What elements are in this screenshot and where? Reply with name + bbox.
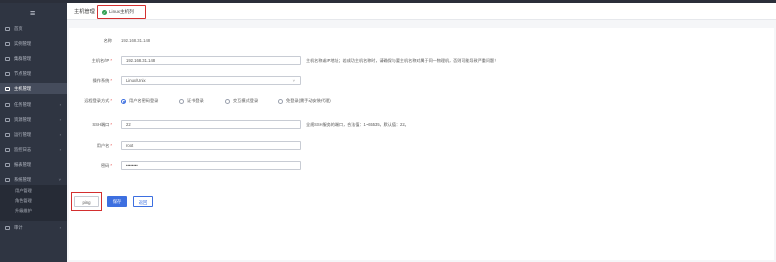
radio-dot: [225, 98, 230, 104]
auth-label: 远程登录方式*: [84, 98, 112, 103]
sidebar-item-audit[interactable]: 审计 ›: [0, 222, 67, 233]
sidebar-item-hosts[interactable]: 主机管理: [0, 83, 67, 94]
auth-radio-password[interactable]: 用户名密码登录: [121, 98, 158, 104]
sidebar-item-operations[interactable]: 运行管理 ›: [0, 129, 67, 140]
auth-radio-agent[interactable]: 免登录(需手动安装代理): [278, 98, 331, 104]
host-icon: [5, 86, 10, 91]
sidebar-subitem-users[interactable]: 用户管理: [0, 186, 67, 195]
chevron-right-icon: ›: [59, 102, 61, 107]
check-circle-icon: ✓: [102, 9, 107, 15]
sidebar-subitem-roles[interactable]: 角色管理: [0, 196, 67, 205]
hostname-label: 名称: [103, 38, 112, 43]
port-input[interactable]: 22: [121, 120, 301, 129]
ping-button[interactable]: ping: [74, 196, 99, 207]
host-form: 名称 192.168.31.148 主机名/IP* 192.168.31.148…: [69, 28, 774, 260]
sidebar-item-label: 首页: [14, 26, 23, 31]
main-area: 名称 192.168.31.148 主机名/IP* 192.168.31.148…: [67, 20, 776, 262]
radio-dot: [179, 98, 184, 104]
sidebar-item-label: 资源管理: [14, 117, 32, 122]
sidebar-item-nodes[interactable]: 节点管理: [0, 68, 67, 79]
os-label: 操作系统*: [92, 78, 112, 83]
port-label: SSH端口*: [92, 122, 112, 127]
sidebar-item-label: 集群管理: [14, 56, 32, 61]
password-label: 密码*: [100, 163, 112, 168]
sidebar-item-label: 实例管理: [14, 41, 32, 46]
sidebar-item-monitoring[interactable]: 监控日志 ›: [0, 144, 67, 155]
sidebar-item-reports[interactable]: 报表管理: [0, 159, 67, 170]
monitor-icon: [5, 147, 10, 152]
sidebar: ≡ 首页 实例管理 集群管理 节点管理 主机管理 任务管理 › 资源管理 › 运行管…: [0, 3, 67, 262]
home-icon: [5, 26, 10, 31]
sidebar-item-resources[interactable]: 资源管理 ›: [0, 114, 67, 125]
sidebar-item-label: 运行管理: [14, 132, 32, 137]
auth-radio-cert[interactable]: 证书登录: [179, 98, 204, 104]
tab-label: Linux主机列: [109, 9, 134, 14]
back-button[interactable]: 返回: [133, 196, 153, 207]
ip-label: 主机名/IP*: [91, 58, 112, 63]
username-input[interactable]: root: [121, 141, 301, 150]
audit-icon: [5, 225, 10, 230]
breadcrumb[interactable]: 主机管理: [74, 8, 95, 15]
instance-icon: [5, 41, 10, 46]
ops-icon: [5, 132, 10, 137]
task-icon: [5, 102, 10, 107]
save-button[interactable]: 保存: [107, 196, 127, 207]
chevron-right-icon: ›: [59, 225, 61, 230]
hostname-value: 192.168.31.148: [121, 38, 151, 43]
sidebar-item-label: 监控日志: [14, 147, 32, 152]
sidebar-item-label: 主机管理: [14, 86, 32, 91]
settings-icon: [5, 177, 10, 182]
sidebar-item-clusters[interactable]: 集群管理: [0, 53, 67, 64]
tab-linux-host[interactable]: ✓ Linux主机列: [97, 5, 146, 19]
sidebar-subitem-upgrade[interactable]: 升级维护: [0, 206, 67, 215]
chevron-right-icon: ›: [59, 117, 61, 122]
sidebar-item-instances[interactable]: 实例管理: [0, 38, 67, 49]
auth-radio-interactive[interactable]: 交互模式登录: [225, 98, 258, 104]
ip-input[interactable]: 192.168.31.148: [121, 56, 301, 65]
sidebar-item-label: 系统管理: [14, 177, 32, 182]
menu-icon[interactable]: ≡: [30, 8, 35, 18]
username-label: 用户名*: [96, 143, 112, 148]
sidebar-item-system[interactable]: 系统管理 ˅: [0, 174, 67, 185]
sidebar-item-label: 任务管理: [14, 102, 32, 107]
password-input[interactable]: ••••••••: [121, 161, 301, 170]
ip-hint: 主机名称或IP地址；若成功主机名称时，请确保与要主机名称对属于同一物理机，否则可…: [306, 58, 499, 63]
port-hint: 全规SSH服务的端口，合法值：1~65535，默认值：22。: [306, 122, 409, 127]
chevron-right-icon: ›: [59, 147, 61, 152]
sidebar-item-label: 审计: [14, 225, 23, 230]
sidebar-item-tasks[interactable]: 任务管理 ›: [0, 99, 67, 110]
header-tabs: 主机管理 ✓ Linux主机列: [67, 3, 776, 20]
radio-dot: [278, 98, 283, 104]
cluster-icon: [5, 56, 10, 61]
report-icon: [5, 162, 10, 167]
sidebar-item-label: 节点管理: [14, 71, 32, 76]
chevron-down-icon: ˅: [292, 78, 295, 83]
chevron-right-icon: ›: [59, 132, 61, 137]
sidebar-item-home[interactable]: 首页: [0, 23, 67, 34]
radio-dot: [121, 98, 126, 104]
resource-icon: [5, 117, 10, 122]
node-icon: [5, 71, 10, 76]
os-select[interactable]: Linux/Unix ˅: [121, 76, 301, 85]
sidebar-item-label: 报表管理: [14, 162, 32, 167]
chevron-down-icon: ˅: [58, 177, 61, 182]
